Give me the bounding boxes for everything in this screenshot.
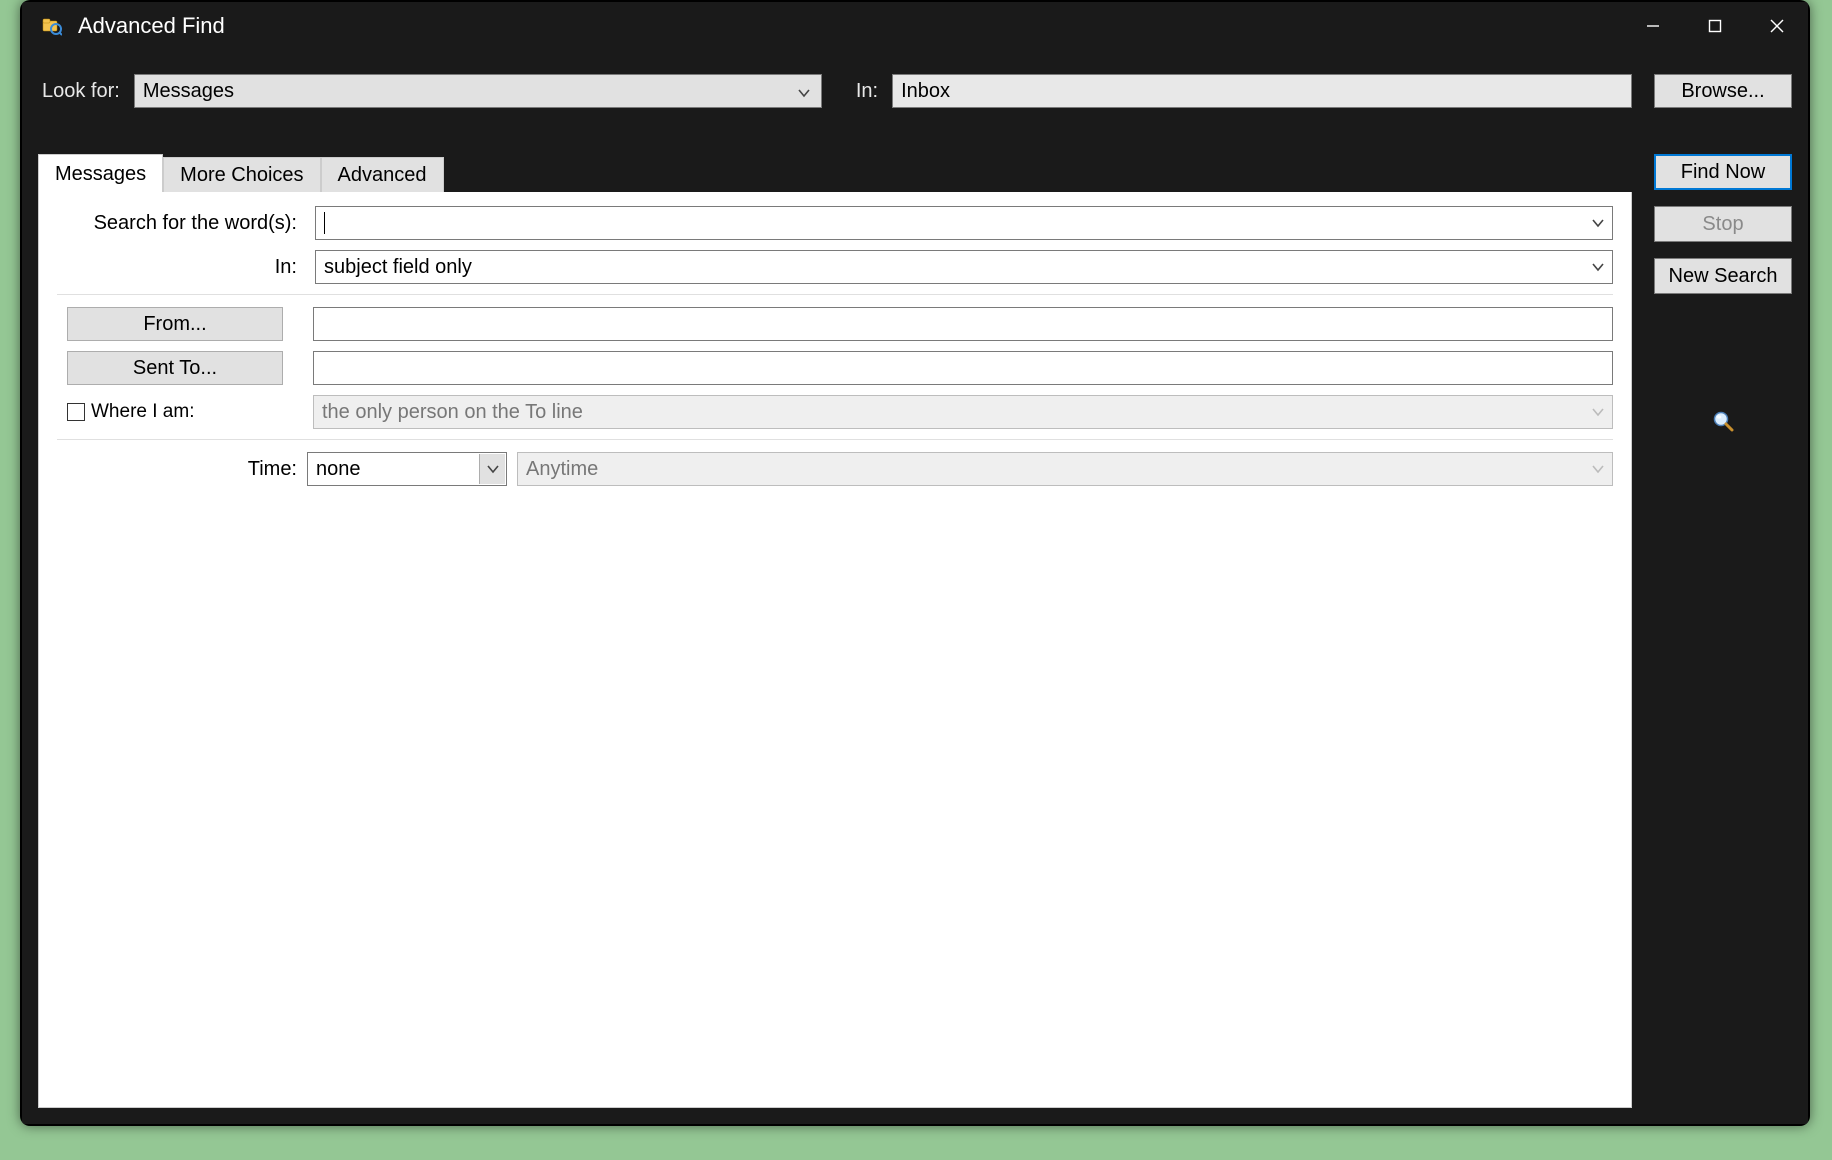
from-button[interactable]: From... [67,307,283,341]
look-for-label: Look for: [38,80,124,103]
app-icon [42,16,62,36]
sent-to-button[interactable]: Sent To... [67,351,283,385]
search-in-select[interactable]: subject field only [315,250,1613,284]
search-words-input[interactable] [315,206,1613,240]
close-button[interactable] [1746,2,1808,50]
tab-content: Search for the word(s): [38,192,1632,1108]
from-input[interactable] [313,307,1613,341]
browse-button[interactable]: Browse... [1654,74,1792,108]
search-in-label: In: [57,256,307,279]
divider [57,294,1613,295]
tab-advanced[interactable]: Advanced [321,157,444,193]
sent-to-input[interactable] [313,351,1613,385]
text-cursor [324,212,325,234]
where-i-am-checkbox[interactable] [67,403,85,421]
time-condition-select[interactable]: none [307,452,507,486]
in-folder-value: Inbox [901,80,950,103]
where-i-am-dropdown-button [1585,397,1611,427]
new-search-button[interactable]: New Search [1654,258,1792,294]
where-i-am-select: the only person on the To line [313,395,1613,429]
minimize-button[interactable] [1622,2,1684,50]
magnifier-icon [1712,410,1734,438]
tab-more-choices[interactable]: More Choices [163,157,320,193]
chevron-down-icon [797,83,813,99]
stop-button: Stop [1654,206,1792,242]
time-label: Time: [57,458,307,481]
maximize-button[interactable] [1684,2,1746,50]
where-i-am-label: Where I am: [91,401,194,423]
in-folder-input[interactable]: Inbox [892,74,1632,108]
divider [57,439,1613,440]
look-for-value: Messages [143,80,234,103]
time-range-select: Anytime [517,452,1613,486]
search-scope-bar: Look for: Messages In: Inbox Browse... [22,50,1808,120]
action-buttons: Find Now Stop New Search [1654,154,1792,1108]
tabstrip: Messages More Choices Advanced [38,154,1632,192]
find-now-button[interactable]: Find Now [1654,154,1792,190]
window-title: Advanced Find [78,13,1622,39]
titlebar: Advanced Find [22,2,1808,50]
time-range-dropdown-button [1585,454,1611,484]
time-condition-dropdown-button[interactable] [479,454,505,484]
search-words-dropdown-button[interactable] [1585,208,1611,238]
search-words-label: Search for the word(s): [57,212,307,235]
look-for-select[interactable]: Messages [134,74,822,108]
search-in-dropdown-button[interactable] [1585,252,1611,282]
advanced-find-window: Advanced Find Look for: Messages [22,2,1808,1124]
tab-messages[interactable]: Messages [38,154,163,192]
in-folder-label: In: [852,80,882,103]
